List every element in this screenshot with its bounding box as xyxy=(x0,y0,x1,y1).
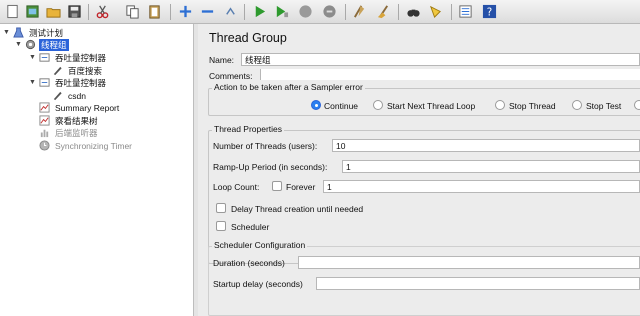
forever-checkbox[interactable] xyxy=(272,181,282,191)
cut-icon[interactable] xyxy=(93,2,112,21)
tree-node-summary-report[interactable]: Summary Report xyxy=(38,101,121,114)
gear-icon xyxy=(24,39,36,51)
delay-thread-checkbox[interactable] xyxy=(216,203,226,213)
controller-icon xyxy=(38,77,50,89)
sampler-pen-icon xyxy=(51,65,63,77)
open-icon[interactable] xyxy=(44,2,63,21)
listener-bars-icon xyxy=(38,127,50,139)
delay-thread-label[interactable]: Delay Thread creation until needed xyxy=(231,204,363,214)
remote-start-icon[interactable] xyxy=(350,2,369,21)
tree-node-synchronizing-timer[interactable]: Synchronizing Timer xyxy=(38,139,134,152)
comments-field[interactable] xyxy=(260,69,640,80)
loop-count-field[interactable]: 1 xyxy=(323,180,640,193)
startup-delay-field[interactable] xyxy=(316,277,640,290)
thread-group-panel: Thread Group Name: 线程组 Comments: Action … xyxy=(198,24,640,316)
stop-icon[interactable] xyxy=(296,2,315,21)
start-icon[interactable] xyxy=(250,2,269,21)
stop-test-label[interactable]: Stop Test xyxy=(586,101,621,111)
tree-node-throughput-controller-2[interactable]: ▼ 吞吐量控制器 xyxy=(29,76,108,89)
startup-delay-label: Startup delay (seconds) xyxy=(213,279,303,289)
save-icon[interactable] xyxy=(65,2,84,21)
paste-icon[interactable] xyxy=(145,2,164,21)
expand-arrow-icon[interactable]: ▼ xyxy=(15,41,24,48)
function-helper-icon[interactable] xyxy=(456,2,475,21)
comments-label: Comments: xyxy=(209,71,253,81)
start-next-loop-label[interactable]: Start Next Thread Loop xyxy=(387,101,475,111)
continue-label[interactable]: Continue xyxy=(324,101,358,111)
collapse-icon[interactable] xyxy=(198,2,217,21)
continue-radio[interactable] xyxy=(311,100,321,110)
timer-icon xyxy=(38,140,50,152)
rampup-field[interactable]: 1 xyxy=(342,160,640,173)
shutdown-icon[interactable] xyxy=(320,2,339,21)
scheduler-checkbox[interactable] xyxy=(216,221,226,231)
controller-icon xyxy=(38,52,50,64)
rampup-label: Ramp-Up Period (in seconds): xyxy=(213,162,328,172)
stop-thread-label[interactable]: Stop Thread xyxy=(509,101,556,111)
listener-chart-icon xyxy=(38,115,50,127)
search-icon[interactable] xyxy=(404,2,423,21)
sampler-pen-icon xyxy=(51,90,63,102)
threads-field[interactable]: 10 xyxy=(332,139,640,152)
templates-icon[interactable] xyxy=(23,2,42,21)
tree-node-backend-listener[interactable]: 后端监听器 xyxy=(38,126,100,139)
expand-arrow-icon[interactable]: ▼ xyxy=(29,79,38,86)
help-icon[interactable]: ? xyxy=(480,2,499,21)
stop-test-radio[interactable] xyxy=(572,100,582,110)
duration-field[interactable] xyxy=(298,256,640,269)
new-icon[interactable] xyxy=(3,2,22,21)
test-plan-tree: ▼ 测试计划 ▼ 线程组 ▼ 吞吐量控制器 百度搜索 ▼ 吞吐量控制器 csdn… xyxy=(0,24,194,316)
toolbar: ? xyxy=(0,0,640,24)
start-next-loop-radio[interactable] xyxy=(373,100,383,110)
loop-count-label: Loop Count: xyxy=(213,182,260,192)
thread-properties-legend: Thread Properties xyxy=(212,124,285,134)
stop-thread-radio[interactable] xyxy=(495,100,505,110)
listener-chart-icon xyxy=(38,102,50,114)
threads-label: Number of Threads (users): xyxy=(213,141,318,151)
tree-node-thread-group[interactable]: ▼ 线程组 xyxy=(15,38,69,51)
start-no-pauses-icon[interactable] xyxy=(272,2,291,21)
stop-test-now-radio[interactable] xyxy=(634,100,640,110)
sampler-error-legend: Action to be taken after a Sampler error xyxy=(212,82,365,92)
duration-label: Duration (seconds) xyxy=(213,258,285,268)
clear-icon[interactable] xyxy=(374,2,393,21)
tree-node-throughput-controller-1[interactable]: ▼ 吞吐量控制器 xyxy=(29,51,108,64)
copy-icon[interactable] xyxy=(123,2,142,21)
toggle-icon[interactable] xyxy=(221,2,240,21)
reset-search-icon[interactable] xyxy=(426,2,445,21)
panel-title: Thread Group xyxy=(209,31,287,45)
scheduler-label[interactable]: Scheduler xyxy=(231,222,269,232)
forever-label[interactable]: Forever xyxy=(286,182,315,192)
expand-icon[interactable] xyxy=(176,2,195,21)
name-field[interactable]: 线程组 xyxy=(241,53,640,66)
expand-arrow-icon[interactable]: ▼ xyxy=(3,29,12,36)
name-label: Name: xyxy=(209,55,235,65)
test-plan-icon xyxy=(12,27,24,39)
svg-text:?: ? xyxy=(487,6,492,18)
expand-arrow-icon[interactable]: ▼ xyxy=(29,54,38,61)
scheduler-config-legend: Scheduler Configuration xyxy=(212,240,308,250)
